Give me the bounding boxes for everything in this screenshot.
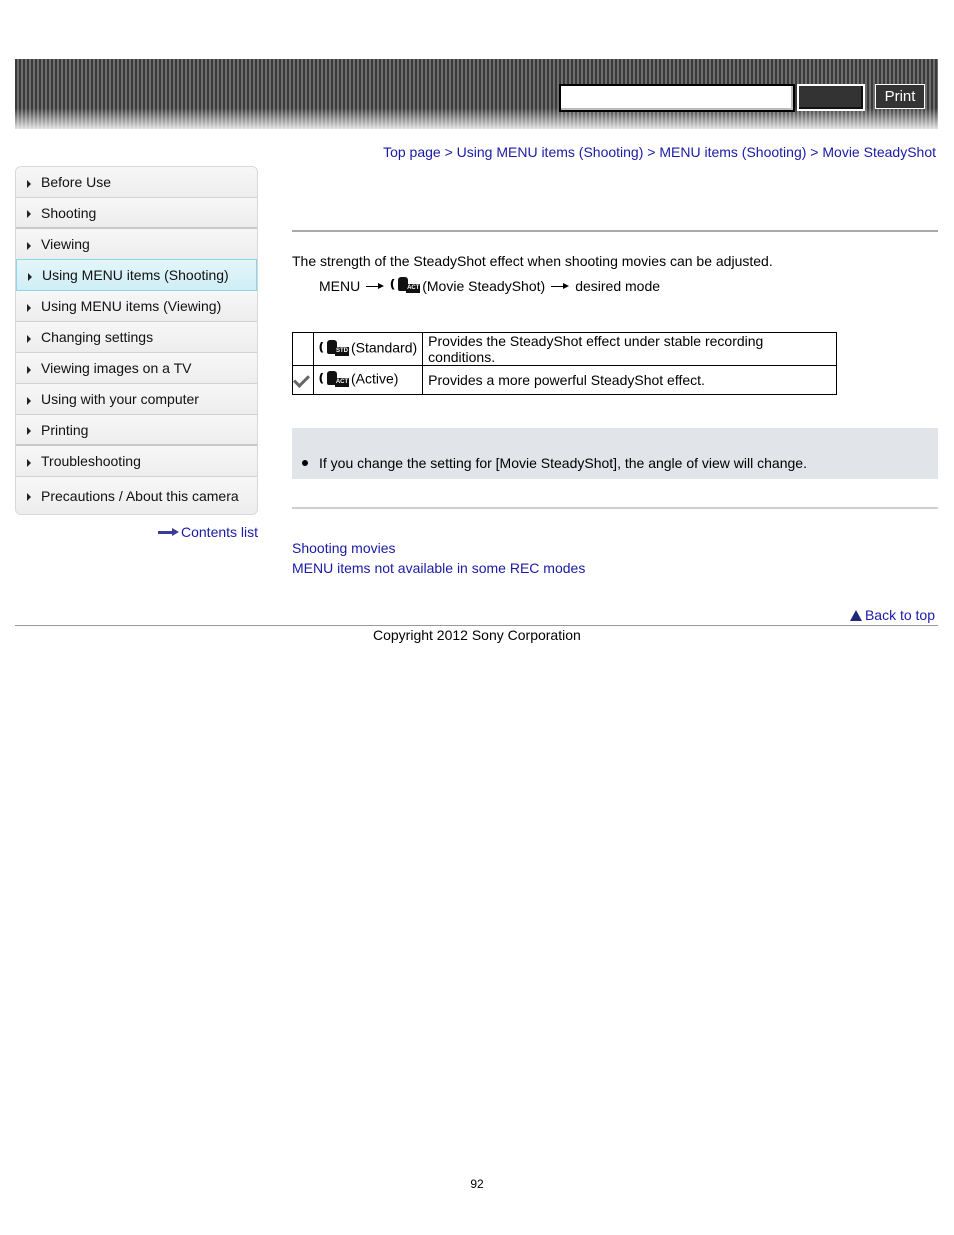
movie-steadyshot-active-icon: ((ACT: [319, 371, 349, 387]
breadcrumb-movie-steadyshot[interactable]: Movie SteadyShot: [822, 144, 936, 160]
sidebar-item-using-with-computer[interactable]: Using with your computer: [16, 384, 257, 415]
triangle-right-icon: [27, 210, 31, 218]
sidebar-item-label: Printing: [41, 421, 89, 438]
breadcrumb-menu-items-shooting[interactable]: MENU items (Shooting): [659, 144, 806, 160]
modes-table: ((STD (Standard) Provides the SteadyShot…: [292, 332, 838, 395]
contents-list-link[interactable]: Contents list: [158, 524, 258, 540]
check-cell: [292, 332, 314, 366]
sidebar-nav: Before Use Shooting Viewing Using MENU i…: [15, 166, 258, 515]
related-link-shooting-movies[interactable]: Shooting movies: [292, 538, 585, 558]
mode-name-cell: ((STD (Standard): [312, 332, 424, 366]
breadcrumb-separator: >: [810, 144, 819, 160]
sidebar-item-before-use[interactable]: Before Use: [16, 167, 257, 198]
menu-item-label: (Movie SteadyShot): [422, 278, 546, 294]
divider: [292, 230, 938, 232]
triangle-right-icon: [27, 179, 31, 188]
search-input[interactable]: [559, 84, 795, 112]
mode-description: Provides the SteadyShot effect under sta…: [422, 332, 838, 366]
sidebar-item-label: Using MENU items (Viewing): [41, 298, 222, 314]
note-text: If you change the setting for [Movie Ste…: [319, 455, 807, 471]
breadcrumb-separator: >: [647, 144, 656, 160]
related-link-menu-items-not-available[interactable]: MENU items not available in some REC mod…: [292, 558, 585, 578]
triangle-right-icon: [27, 303, 31, 312]
contents-list-label: Contents list: [181, 524, 259, 540]
triangle-up-icon: [849, 609, 862, 621]
triangle-right-icon: [27, 396, 31, 405]
triangle-right-icon: [27, 334, 31, 343]
print-button[interactable]: Print: [875, 84, 925, 109]
sidebar-item-label: Shooting: [41, 204, 97, 221]
triangle-right-icon: [27, 493, 31, 501]
menu-label: MENU: [319, 278, 361, 294]
triangle-right-icon: [27, 458, 31, 467]
sidebar-item-label: Troubleshooting: [41, 453, 141, 469]
sidebar-item-label: Changing settings: [41, 329, 154, 345]
header-banner: Print: [15, 59, 938, 129]
checkmark-icon: [294, 372, 312, 386]
sidebar-item-viewing-images-on-tv[interactable]: Viewing images on a TV: [16, 353, 257, 384]
menu-target-label: desired mode: [575, 278, 661, 294]
sidebar-item-using-menu-items-viewing[interactable]: Using MENU items (Viewing): [16, 291, 257, 322]
sidebar-item-shooting[interactable]: Shooting: [16, 198, 257, 229]
table-row: ((STD (Standard) Provides the SteadyShot…: [292, 332, 838, 366]
movie-steadyshot-standard-icon: ((STD: [319, 340, 349, 356]
sidebar-item-label: Viewing images on a TV: [41, 360, 192, 376]
copyright: Copyright 2012 Sony Corporation: [373, 627, 581, 643]
sidebar-item-label: Using MENU items (Shooting): [42, 267, 229, 283]
arrow-right-icon: [158, 527, 180, 537]
triangle-right-icon: [28, 272, 32, 281]
breadcrumb: Top page > Using MENU items (Shooting) >…: [383, 144, 936, 160]
movie-steadyshot-active-icon: ((ACT: [390, 277, 421, 293]
triangle-right-icon: [27, 241, 31, 250]
triangle-right-icon: [27, 365, 31, 374]
sidebar-item-using-menu-items-shooting[interactable]: Using MENU items (Shooting): [16, 259, 257, 291]
mode-name: (Standard): [351, 339, 418, 356]
sidebar-item-viewing[interactable]: Viewing: [16, 229, 257, 260]
search-button[interactable]: [797, 84, 865, 111]
intro-text: The strength of the SteadyShot effect wh…: [292, 253, 773, 269]
related-links: Shooting movies MENU items not available…: [292, 538, 585, 578]
menu-path: MENU ((ACT (Movie SteadyShot) desired mo…: [319, 276, 660, 296]
triangle-right-icon: [27, 427, 31, 435]
arrow-right-icon: [366, 282, 385, 290]
sidebar-item-changing-settings[interactable]: Changing settings: [16, 322, 257, 353]
sidebar-item-label: Precautions / About this camera: [41, 487, 239, 504]
note-item: If you change the setting for [Movie Ste…: [302, 455, 807, 471]
back-to-top-link[interactable]: Back to top: [849, 607, 935, 623]
table-row: ((ACT (Active) Provides a more powerful …: [292, 365, 838, 395]
sidebar-item-printing[interactable]: Printing: [16, 415, 257, 446]
arrow-right-icon: [551, 282, 570, 290]
sidebar-item-label: Using with your computer: [41, 391, 199, 407]
sidebar-item-troubleshooting[interactable]: Troubleshooting: [16, 446, 257, 477]
sidebar-item-precautions[interactable]: Precautions / About this camera: [16, 477, 257, 514]
back-to-top-label: Back to top: [864, 607, 935, 623]
breadcrumb-separator: >: [444, 144, 453, 160]
sidebar-item-label: Before Use: [41, 174, 112, 190]
breadcrumb-top-page[interactable]: Top page: [383, 144, 441, 160]
mode-name: (Active): [351, 370, 399, 387]
mode-description: Provides a more powerful SteadyShot effe…: [422, 365, 838, 395]
divider: [292, 507, 938, 509]
mode-name-cell: ((ACT (Active): [312, 365, 424, 395]
check-cell: [292, 365, 314, 395]
note-box: If you change the setting for [Movie Ste…: [292, 428, 938, 479]
bullet-icon: [302, 460, 308, 466]
breadcrumb-using-menu-items-shooting[interactable]: Using MENU items (Shooting): [457, 144, 644, 160]
page-number: 92: [470, 1177, 484, 1191]
sidebar-item-label: Viewing: [41, 236, 90, 252]
footer-divider: [15, 625, 938, 626]
